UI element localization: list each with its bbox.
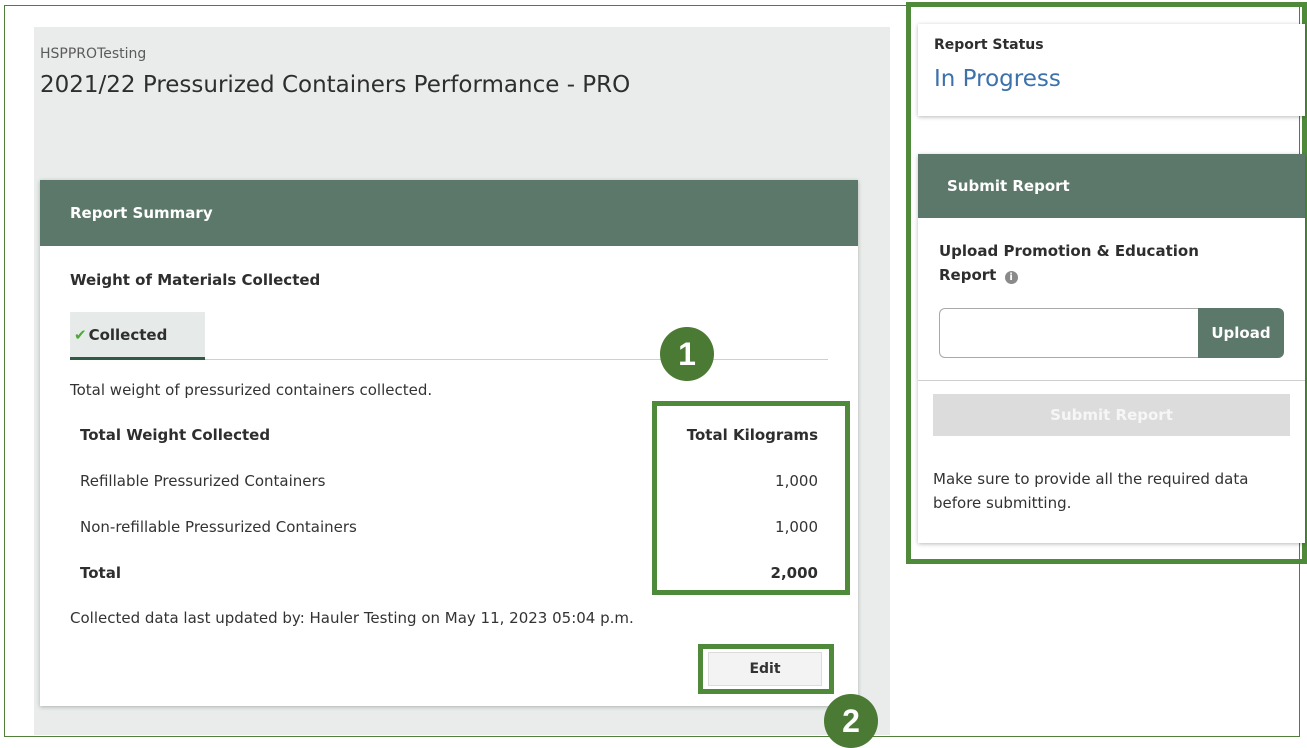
- org-name: HSPPROTesting: [40, 46, 147, 62]
- page-title: 2021/22 Pressurized Containers Performan…: [40, 72, 631, 98]
- upload-file-input[interactable]: [939, 308, 1199, 358]
- tab-collected[interactable]: ✔ Collected: [70, 312, 205, 360]
- report-summary-header: Report Summary: [40, 180, 858, 246]
- check-icon: ✔: [74, 326, 87, 344]
- kilograms-highlight-box: [652, 401, 850, 595]
- report-status-card: Report Status In Progress: [918, 24, 1305, 116]
- status-value: In Progress: [934, 66, 1061, 92]
- upload-label-text: Upload Promotion & Education Report: [939, 242, 1199, 284]
- tab-collected-label: Collected: [88, 326, 168, 344]
- row-material: Non-refillable Pressurized Containers: [80, 518, 357, 536]
- callout-marker-1: 1: [660, 327, 714, 381]
- section-title: Weight of Materials Collected: [70, 271, 321, 289]
- callout-marker-2: 2: [824, 694, 878, 748]
- tab-strip: ✔ Collected: [70, 312, 828, 360]
- submit-report-button[interactable]: Submit Report: [933, 394, 1290, 436]
- status-label: Report Status: [934, 37, 1044, 53]
- total-label: Total: [80, 564, 121, 582]
- submit-report-header: Submit Report: [918, 154, 1305, 218]
- submit-help-text: Make sure to provide all the required da…: [933, 470, 1249, 512]
- column-header-material: Total Weight Collected: [80, 426, 271, 444]
- upload-button[interactable]: Upload: [1198, 308, 1284, 358]
- info-icon[interactable]: i: [1004, 271, 1018, 284]
- submit-report-card: Submit Report Upload Promotion & Educati…: [918, 154, 1305, 543]
- edit-highlight-box: [698, 644, 834, 694]
- summary-description: Total weight of pressurized containers c…: [70, 381, 433, 399]
- upload-label: Upload Promotion & Education Report i: [939, 239, 1259, 287]
- divider: [918, 380, 1305, 381]
- last-updated-text: Collected data last updated by: Hauler T…: [70, 609, 634, 627]
- row-material: Refillable Pressurized Containers: [80, 472, 326, 490]
